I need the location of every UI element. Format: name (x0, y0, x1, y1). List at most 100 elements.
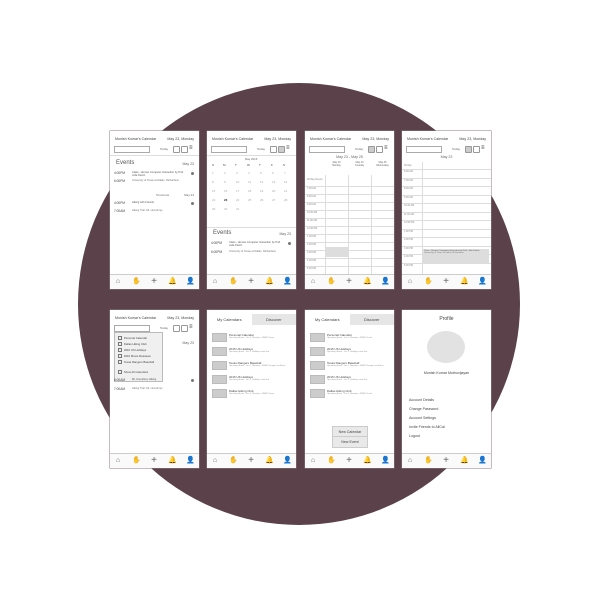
day-view-icon[interactable] (465, 146, 472, 153)
dropdown-item[interactable]: 2016 US Holidays (118, 348, 146, 353)
day-cell[interactable]: 14 (284, 180, 287, 184)
day-cell[interactable]: 7 (284, 171, 286, 175)
plus-icon[interactable]: + (247, 277, 255, 287)
calendar-list-item[interactable]: Personal Calendar Upcoming Event : Jun 1,… (212, 332, 291, 342)
menu-icon[interactable]: ≡ (384, 145, 389, 151)
plus-icon[interactable]: + (247, 456, 255, 466)
day-cell[interactable]: 24 (236, 198, 239, 202)
day-cell[interactable]: 31 (236, 207, 239, 211)
calendar-list-item[interactable]: 2016 US Holidays Upcoming Event : Jun 1, … (212, 374, 291, 384)
day-cell[interactable]: 4 (248, 171, 250, 175)
dropdown-item[interactable]: Dallas Hiking Club (118, 342, 147, 347)
day-cell[interactable]: 1 (212, 171, 214, 175)
tab-my-calendars[interactable]: My Calendars (305, 314, 350, 325)
user-icon[interactable]: 👤 (478, 278, 487, 286)
day-cell[interactable]: 21 (284, 189, 287, 193)
day-cell[interactable]: 23 (224, 198, 227, 202)
day-cell[interactable]: 19 (260, 189, 263, 193)
bell-icon[interactable]: 🔔 (265, 278, 274, 286)
hand-icon[interactable]: ✋ (424, 278, 433, 286)
home-icon[interactable]: ⌂ (309, 278, 317, 286)
bell-icon[interactable]: 🔔 (265, 457, 274, 465)
dropdown-item[interactable]: Texas Rangers Baseball (118, 360, 154, 365)
dropdown-item[interactable]: 2016 Movie Releases (118, 354, 151, 359)
menu-icon[interactable]: ≡ (189, 324, 194, 330)
user-icon[interactable]: 👤 (283, 278, 292, 286)
hand-icon[interactable]: ✋ (327, 278, 336, 286)
hand-icon[interactable]: ✋ (229, 278, 238, 286)
user-icon[interactable]: 👤 (381, 457, 390, 465)
event-row[interactable]: 6:00PM University of Texas at Dallas, Ri… (114, 179, 195, 193)
show-all-calendars[interactable]: Show All Calendars (118, 370, 148, 375)
plus-icon[interactable]: + (345, 277, 353, 287)
change-password-link[interactable]: Change Password (409, 407, 438, 411)
day-cell[interactable]: 3 (236, 171, 238, 175)
day-cell[interactable]: 29 (212, 207, 215, 211)
day-cell[interactable]: 8 (212, 180, 214, 184)
event-row[interactable]: 7:00AM Hiking Trail, Mt. Humphrey (114, 387, 195, 401)
plus-icon[interactable]: + (150, 277, 158, 287)
calendar-list-item[interactable]: 2016 US Holidays Upcoming Event : Jun 1, … (310, 374, 389, 384)
user-icon[interactable]: 👤 (186, 457, 195, 465)
hand-icon[interactable]: ✋ (132, 278, 141, 286)
calendar-select[interactable] (114, 146, 150, 153)
plus-icon[interactable]: + (442, 456, 450, 466)
event-row[interactable]: 7:00AM Hiking Trail, Mt. Humphrey (114, 209, 195, 223)
list-view-icon[interactable] (270, 146, 277, 153)
tab-my-calendars[interactable]: My Calendars (207, 314, 252, 325)
tab-discover[interactable]: Discover (349, 314, 394, 325)
month-view-icon[interactable] (473, 146, 480, 153)
hand-icon[interactable]: ✋ (132, 457, 141, 465)
hand-icon[interactable]: ✋ (424, 457, 433, 465)
account-details-link[interactable]: Account Details (409, 398, 434, 402)
calendar-select[interactable] (211, 146, 247, 153)
menu-icon[interactable]: ≡ (189, 145, 194, 151)
day-cell[interactable]: 11 (248, 180, 251, 184)
event-row[interactable]: 6:00PM University of Texas at Dallas, Ri… (211, 250, 292, 264)
day-cell[interactable]: 28 (284, 198, 287, 202)
day-cell[interactable]: 20 (272, 189, 275, 193)
calendar-list-item[interactable]: Texas Rangers Baseball Upcoming Event : J… (212, 360, 291, 370)
calendar-list-item[interactable]: Personal Calendar Upcoming Event : Jun 1,… (310, 332, 389, 342)
avatar[interactable] (427, 331, 465, 363)
home-icon[interactable]: ⌂ (406, 278, 414, 286)
account-settings-link[interactable]: Account Settings (409, 416, 436, 420)
day-cell[interactable]: 9 (224, 180, 226, 184)
home-icon[interactable]: ⌂ (114, 457, 122, 465)
menu-icon[interactable]: ≡ (481, 145, 486, 151)
home-icon[interactable]: ⌂ (211, 278, 219, 286)
week-view-icon[interactable] (368, 146, 375, 153)
month-view-icon[interactable] (376, 146, 383, 153)
month-view-icon[interactable] (278, 146, 285, 153)
tab-discover[interactable]: Discover (251, 314, 296, 325)
calendar-select[interactable] (114, 325, 150, 332)
day-cell[interactable]: 22 (212, 198, 215, 202)
bell-icon[interactable]: 🔔 (363, 457, 372, 465)
home-icon[interactable]: ⌂ (211, 457, 219, 465)
day-cell[interactable]: 15 (212, 189, 215, 193)
week-view-icon[interactable] (181, 146, 188, 153)
day-cell[interactable]: 2 (224, 171, 226, 175)
plus-icon[interactable]: + (442, 277, 450, 287)
day-cell[interactable]: 18 (248, 189, 251, 193)
bell-icon[interactable]: 🔔 (460, 278, 469, 286)
day-cell[interactable]: 17 (236, 189, 239, 193)
calendar-list-item[interactable]: Dallas Hiking Club Upcoming Event : Jun 1… (310, 388, 389, 398)
calendar-select[interactable] (309, 146, 345, 153)
event-block[interactable]: Class - Human Computer Interaction by Pr… (423, 249, 489, 264)
today-button[interactable]: Today (160, 147, 168, 151)
dropdown-item[interactable]: Personal Calendar (118, 336, 147, 341)
week-view-icon[interactable] (181, 325, 188, 332)
calendar-list-item[interactable]: Texas Rangers Baseball Upcoming Event : J… (310, 360, 389, 370)
calendar-list-item[interactable]: 2016 US Holidays Upcoming Event : Jun 1, … (310, 346, 389, 356)
event-block[interactable] (325, 247, 348, 257)
day-cell[interactable]: 13 (272, 180, 275, 184)
day-cell[interactable]: 5 (260, 171, 262, 175)
home-icon[interactable]: ⌂ (406, 457, 414, 465)
calendar-list-item[interactable]: Dallas Hiking Club Upcoming Event : Jun 1… (212, 388, 291, 398)
plus-icon[interactable]: + (345, 456, 353, 466)
day-cell[interactable]: 12 (260, 180, 263, 184)
new-event-button[interactable]: New Event (332, 436, 368, 448)
bell-icon[interactable]: 🔔 (168, 457, 177, 465)
day-cell[interactable]: 10 (236, 180, 239, 184)
